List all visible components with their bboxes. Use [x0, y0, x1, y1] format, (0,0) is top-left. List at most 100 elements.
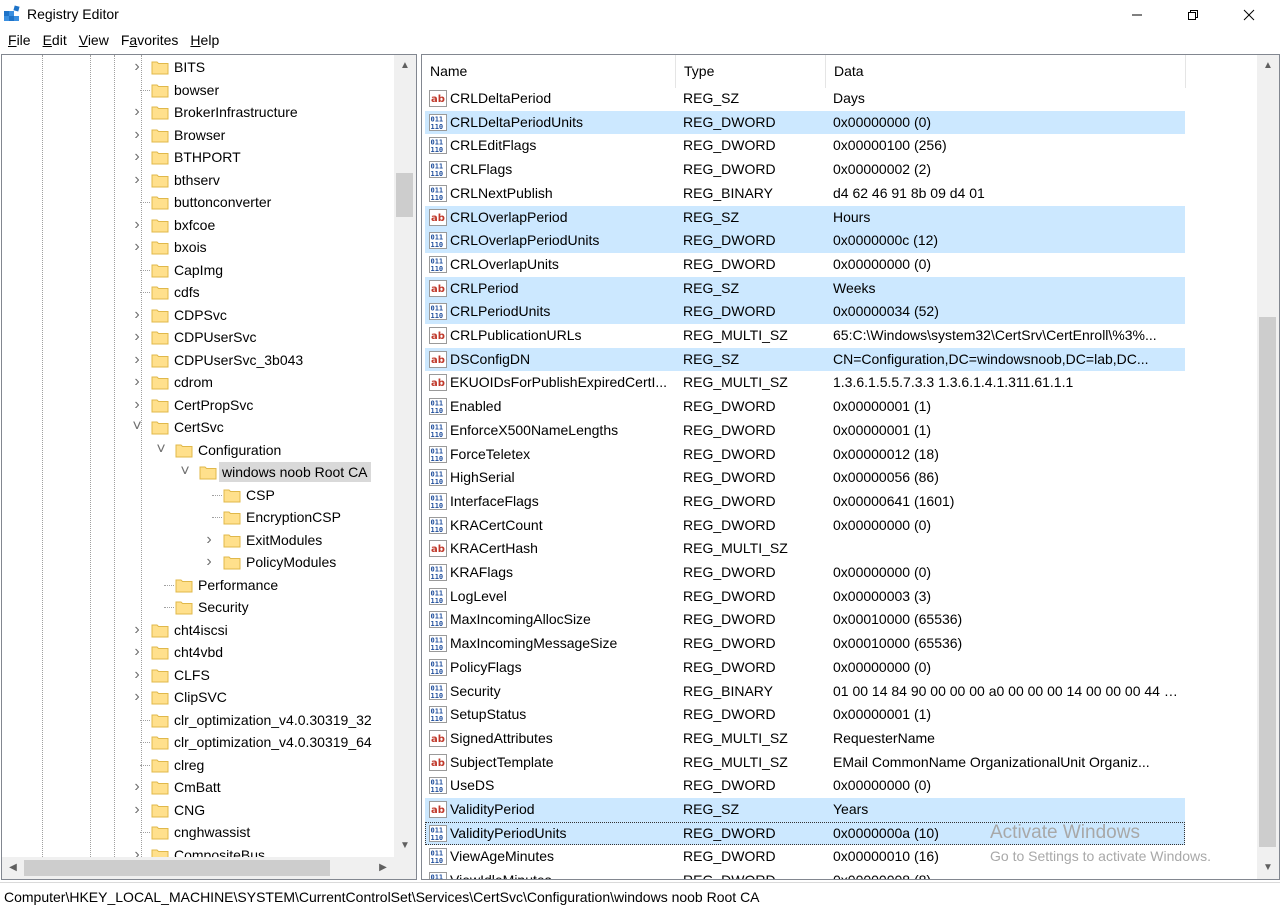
- chevron-right-icon[interactable]: ›: [130, 329, 144, 345]
- tree-item[interactable]: › cht4vbd: [2, 641, 394, 664]
- close-button[interactable]: [1220, 0, 1278, 30]
- list-row[interactable]: ab CRLOverlapPeriod REG_SZ Hours: [425, 205, 1185, 230]
- list-row[interactable]: 011 110 MaxIncomingMessageSize REG_DWORD 0x0…: [425, 632, 1185, 656]
- chevron-right-icon[interactable]: ›: [130, 396, 144, 413]
- tree-item[interactable]: › CompositeBus: [2, 844, 394, 857]
- tree-item[interactable]: › bxfcoe: [2, 214, 394, 237]
- tree-item[interactable]: › BITS: [2, 56, 394, 79]
- list-row[interactable]: 011 110 MaxIncomingAllocSize REG_DWORD 0x000…: [425, 608, 1185, 632]
- tree-item[interactable]: › bthserv: [2, 169, 394, 192]
- tree-item[interactable]: › ExitModules: [2, 529, 394, 552]
- list-row[interactable]: ab KRACertHash REG_MULTI_SZ: [425, 537, 1185, 561]
- list-row[interactable]: ab EKUOIDsForPublishExpiredCertI... REG_MU…: [425, 371, 1185, 395]
- menu-file[interactable]: File: [2, 30, 37, 52]
- tree-item[interactable]: Security: [2, 596, 394, 619]
- chevron-right-icon[interactable]: ›: [130, 374, 144, 390]
- list-row[interactable]: 011 110 CRLFlags REG_DWORD 0x00000002 (2): [425, 158, 1185, 182]
- list-row[interactable]: 011 110 KRACertCount REG_DWORD 0x00000000 (0…: [425, 514, 1185, 538]
- list-row[interactable]: 011 110 InterfaceFlags REG_DWORD 0x00000641 …: [425, 490, 1185, 514]
- list-row[interactable]: ab ValidityPeriod REG_SZ Years: [425, 798, 1185, 822]
- tree-item[interactable]: Performance: [2, 574, 394, 597]
- chevron-right-icon[interactable]: ›: [130, 216, 144, 233]
- chevron-right-icon[interactable]: ›: [130, 801, 144, 818]
- list-row[interactable]: ab DSConfigDN REG_SZ CN=Configuration,DC=wi…: [425, 347, 1185, 372]
- tree-hscroll-thumb[interactable]: [24, 860, 330, 876]
- list-row[interactable]: 011 110 PolicyFlags REG_DWORD 0x00000000 (0): [425, 656, 1185, 680]
- chevron-right-icon[interactable]: ›: [130, 126, 144, 143]
- list-row[interactable]: 011 110 ValidityPeriodUnits REG_DWORD 0x0000…: [425, 821, 1185, 846]
- tree-item[interactable]: buttonconverter: [2, 191, 394, 214]
- chevron-right-icon[interactable]: ›: [130, 149, 144, 165]
- list-row[interactable]: 011 110 CRLDeltaPeriodUnits REG_DWORD 0x0000…: [425, 110, 1185, 135]
- list-row[interactable]: 011 110 CRLOverlapPeriodUnits REG_DWORD 0x00…: [425, 229, 1185, 253]
- tree-item[interactable]: › bxois: [2, 236, 394, 259]
- chevron-right-icon[interactable]: ›: [130, 59, 144, 75]
- scroll-up-arrow-icon[interactable]: ▲: [394, 55, 416, 77]
- list-row[interactable]: 011 110 EnforceX500NameLengths REG_DWORD 0x0…: [425, 419, 1185, 443]
- chevron-right-icon[interactable]: ›: [130, 306, 144, 323]
- chevron-right-icon[interactable]: ›: [202, 554, 216, 570]
- chevron-right-icon[interactable]: ›: [202, 531, 216, 548]
- tree-item[interactable]: › CertPropSvc: [2, 394, 394, 417]
- maximize-button[interactable]: [1164, 0, 1222, 30]
- scroll-down-arrow-icon[interactable]: ▼: [394, 835, 416, 857]
- chevron-right-icon[interactable]: ›: [130, 351, 144, 368]
- chevron-right-icon[interactable]: ›: [130, 104, 144, 120]
- tree-item[interactable]: ˅ windows noob Root CA: [2, 461, 394, 484]
- tree-item[interactable]: clr_optimization_v4.0.30319_32: [2, 709, 394, 732]
- tree-item[interactable]: clreg: [2, 754, 394, 777]
- tree-item[interactable]: › cdrom: [2, 371, 394, 394]
- tree-item[interactable]: bowser: [2, 79, 394, 102]
- menu-edit[interactable]: Edit: [37, 30, 73, 52]
- chevron-right-icon[interactable]: ›: [130, 239, 144, 255]
- list-row[interactable]: 011 110 Security REG_BINARY 01 00 14 84 90 0…: [425, 680, 1185, 704]
- list-row[interactable]: 011 110 Enabled REG_DWORD 0x00000001 (1): [425, 395, 1185, 419]
- chevron-down-icon[interactable]: ˅: [178, 464, 192, 480]
- column-header-name[interactable]: Name: [422, 55, 676, 88]
- list-row[interactable]: 011 110 KRAFlags REG_DWORD 0x00000000 (0): [425, 561, 1185, 585]
- list-row[interactable]: 011 110 CRLNextPublish REG_BINARY d4 62 46 9…: [425, 182, 1185, 206]
- chevron-right-icon[interactable]: ›: [130, 621, 144, 638]
- list-row[interactable]: 011 110 HighSerial REG_DWORD 0x00000056 (86): [425, 466, 1185, 490]
- list-row[interactable]: ab CRLPublicationURLs REG_MULTI_SZ 65:C:\Wi…: [425, 324, 1185, 348]
- list-row[interactable]: 011 110 ForceTeletex REG_DWORD 0x00000012 (1…: [425, 443, 1185, 467]
- list-row[interactable]: 011110ViewIdleMinutes REG_DWORD 0x00000008…: [425, 869, 1185, 879]
- minimize-button[interactable]: [1108, 0, 1166, 30]
- list-row[interactable]: 011 110 ViewAgeMinutes REG_DWORD 0x00000010 …: [425, 845, 1185, 869]
- menu-help[interactable]: Help: [184, 30, 225, 52]
- list-row[interactable]: 011 110 CRLOverlapUnits REG_DWORD 0x00000000…: [425, 253, 1185, 277]
- tree-item[interactable]: cnghwassist: [2, 821, 394, 844]
- chevron-down-icon[interactable]: ˅: [130, 419, 144, 435]
- tree-item[interactable]: CapImg: [2, 259, 394, 282]
- chevron-right-icon[interactable]: ›: [130, 644, 144, 660]
- list-vscroll-thumb[interactable]: [1259, 317, 1276, 847]
- tree-item[interactable]: clr_optimization_v4.0.30319_64: [2, 731, 394, 754]
- chevron-right-icon[interactable]: ›: [130, 779, 144, 795]
- tree-vscroll-thumb[interactable]: [396, 173, 413, 217]
- tree-item[interactable]: › BTHPORT: [2, 146, 394, 169]
- tree-item[interactable]: › PolicyModules: [2, 551, 394, 574]
- menu-view[interactable]: View: [73, 30, 115, 52]
- list-row[interactable]: ab SignedAttributes REG_MULTI_SZ RequesterN…: [425, 727, 1185, 751]
- tree-item[interactable]: › CDPUserSvc_3b043: [2, 349, 394, 372]
- scroll-left-arrow-icon[interactable]: ◀: [2, 857, 24, 879]
- tree-horizontal-scrollbar[interactable]: ◀ ▶: [2, 857, 394, 879]
- chevron-right-icon[interactable]: ›: [130, 171, 144, 188]
- column-header-type[interactable]: Type: [676, 55, 826, 88]
- tree-item[interactable]: › cht4iscsi: [2, 619, 394, 642]
- list-vertical-scrollbar[interactable]: ▲ ▼: [1257, 55, 1279, 879]
- chevron-right-icon[interactable]: ›: [130, 689, 144, 705]
- chevron-right-icon[interactable]: ›: [130, 846, 144, 857]
- tree-item[interactable]: › Browser: [2, 124, 394, 147]
- scroll-up-arrow-icon[interactable]: ▲: [1257, 55, 1279, 77]
- tree-item[interactable]: ˅ CertSvc: [2, 416, 394, 439]
- tree-item[interactable]: EncryptionCSP: [2, 506, 394, 529]
- column-header-data[interactable]: Data: [826, 55, 1186, 88]
- tree-item[interactable]: › BrokerInfrastructure: [2, 101, 394, 124]
- list-row[interactable]: ab CRLPeriod REG_SZ Weeks: [425, 276, 1185, 301]
- list-row[interactable]: 011 110 LogLevel REG_DWORD 0x00000003 (3): [425, 585, 1185, 609]
- list-row[interactable]: 011 110 CRLEditFlags REG_DWORD 0x00000100 (2…: [425, 134, 1185, 158]
- tree-item[interactable]: › CNG: [2, 799, 394, 822]
- tree-item[interactable]: › CmBatt: [2, 776, 394, 799]
- list-row[interactable]: ab SubjectTemplate REG_MULTI_SZ EMail Commo…: [425, 751, 1185, 775]
